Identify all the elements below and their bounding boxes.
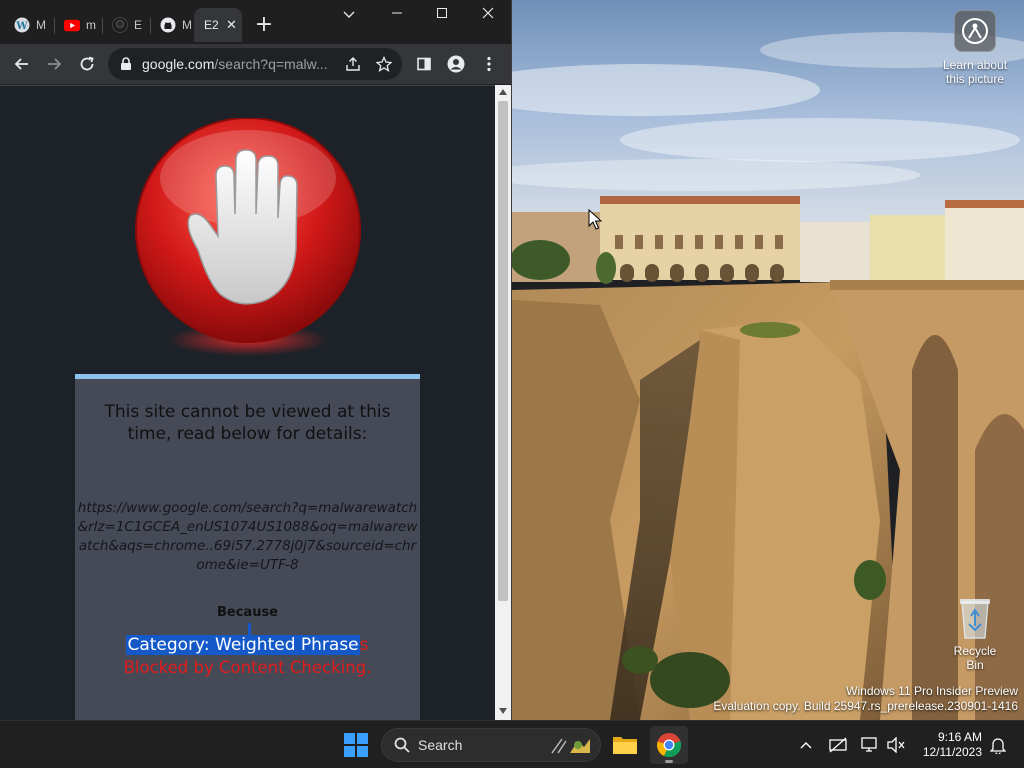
show-hidden-icons-button[interactable] (794, 733, 818, 757)
back-button[interactable] (8, 50, 36, 78)
side-panel-button[interactable] (410, 50, 438, 78)
watermark-edition: Windows 11 Pro Insider Preview (846, 684, 1018, 698)
search-placeholder: Search (418, 737, 463, 753)
search-highlight-icon (548, 733, 592, 757)
close-icon (482, 7, 494, 19)
block-notice-panel: This site cannot be viewed at this time,… (75, 374, 420, 721)
tab-title: m (86, 18, 96, 32)
recycle-bin-label: Recycle Bin (953, 644, 997, 672)
url-host: google.com (142, 56, 215, 72)
arrow-right-icon (48, 58, 62, 70)
address-bar[interactable]: google.com/search?q=malw... (108, 48, 402, 80)
browser-toolbar: google.com/search?q=malw... (0, 44, 511, 84)
reload-icon (80, 56, 94, 71)
tab-title: E2 (204, 18, 218, 32)
profile-button[interactable] (442, 50, 470, 78)
stop-hand-icon (128, 117, 368, 358)
file-explorer-button[interactable] (606, 726, 644, 764)
scrollbar-thumb[interactable] (498, 101, 508, 601)
github-icon (160, 17, 176, 33)
tab-youtube[interactable]: m (54, 8, 102, 42)
folder-icon (613, 737, 637, 754)
chrome-icon (657, 733, 682, 758)
tab-search-button[interactable] (326, 0, 372, 32)
watermark-build: Evaluation copy. Build 25947.rs_prerelea… (713, 699, 1018, 713)
active-app-indicator (665, 760, 673, 763)
forward-button[interactable] (40, 50, 68, 78)
menu-button[interactable] (475, 50, 503, 78)
taskbar-search-box[interactable]: Search (381, 728, 601, 762)
block-heading: This site cannot be viewed at this time,… (104, 402, 391, 444)
maximize-icon (437, 8, 447, 18)
chrome-taskbar-button[interactable] (650, 726, 688, 764)
because-label: Because (216, 605, 278, 620)
svg-text:W: W (15, 21, 28, 32)
tab-title: M (182, 18, 192, 32)
selected-category-text[interactable]: Category: Weighted Phrase (126, 635, 360, 655)
block-reason: Blocked by Content Checking. (123, 658, 372, 677)
scroll-up-arrow-icon[interactable] (499, 89, 507, 95)
clock-time: 9:16 AM (937, 730, 982, 744)
camera-info-icon (954, 10, 996, 52)
wordpress-icon: W (14, 17, 30, 33)
chevron-down-icon (343, 11, 355, 18)
learn-about-picture-label: Learn about this picture (942, 58, 1008, 86)
tab-github-2[interactable]: M (150, 8, 192, 42)
network-disconnected-icon (829, 737, 847, 753)
github-icon (112, 17, 128, 33)
taskbar: Search 9:16 AM 12/11/2023 (0, 720, 1024, 768)
start-button[interactable] (344, 733, 368, 757)
tab-strip: W M m E M E2 ✕ + (0, 0, 511, 44)
maximize-button[interactable] (419, 0, 465, 32)
close-tab-icon[interactable]: ✕ (226, 18, 237, 33)
arrow-left-icon (14, 58, 28, 70)
url-text: google.com/search?q=malw... (142, 56, 332, 72)
url-path: /search?q=malw... (214, 56, 328, 72)
minimize-icon (392, 12, 402, 14)
monitor-icon (861, 737, 877, 752)
youtube-icon (64, 17, 80, 33)
new-tab-button[interactable]: + (252, 12, 276, 38)
tab-title: M (36, 18, 46, 32)
side-panel-icon (417, 57, 431, 71)
page-viewport: This site cannot be viewed at this time,… (0, 85, 495, 721)
tab-github-1[interactable]: E (102, 8, 150, 42)
blocked-url: https://www.google.com/search?q=malwarew… (77, 500, 418, 573)
clock-date: 12/11/2023 (922, 745, 982, 759)
windows-logo-icon (344, 733, 368, 757)
page-scrollbar[interactable] (495, 85, 511, 720)
search-icon (394, 737, 410, 753)
network-button[interactable] (826, 733, 850, 757)
bookmark-star-icon[interactable] (375, 55, 393, 73)
windows-watermark: Windows 11 Pro Insider Preview Evaluatio… (713, 684, 1018, 714)
kebab-menu-icon (487, 56, 491, 72)
close-window-button[interactable] (465, 0, 511, 32)
chevron-up-icon (800, 742, 812, 749)
minimize-button[interactable] (374, 0, 420, 32)
reload-button[interactable] (73, 50, 101, 78)
category-suffix: s (359, 635, 369, 655)
recycle-bin-icon (957, 596, 993, 640)
volume-button[interactable] (884, 733, 908, 757)
tab-title: E (134, 18, 143, 32)
notifications-button[interactable] (986, 733, 1010, 757)
block-category: Category: Weighted Phrases (75, 634, 420, 656)
chrome-window: W M m E M E2 ✕ + google.com/search?q=mal… (0, 0, 512, 721)
recycle-bin[interactable]: Recycle Bin (944, 596, 1006, 672)
learn-about-picture-button[interactable]: Learn about this picture (936, 10, 1014, 86)
mouse-cursor-icon (588, 209, 602, 230)
bell-icon (990, 738, 1006, 754)
share-icon[interactable] (344, 55, 362, 73)
lock-icon (120, 57, 134, 71)
scroll-down-arrow-icon[interactable] (499, 708, 507, 714)
profile-avatar-icon (447, 55, 465, 73)
display-button[interactable] (858, 733, 882, 757)
system-clock[interactable]: 9:16 AM 12/11/2023 (916, 730, 982, 760)
tab-wordpress[interactable]: W M (4, 8, 52, 42)
tab-active[interactable]: E2 ✕ (194, 8, 242, 42)
speaker-muted-icon (887, 737, 905, 753)
